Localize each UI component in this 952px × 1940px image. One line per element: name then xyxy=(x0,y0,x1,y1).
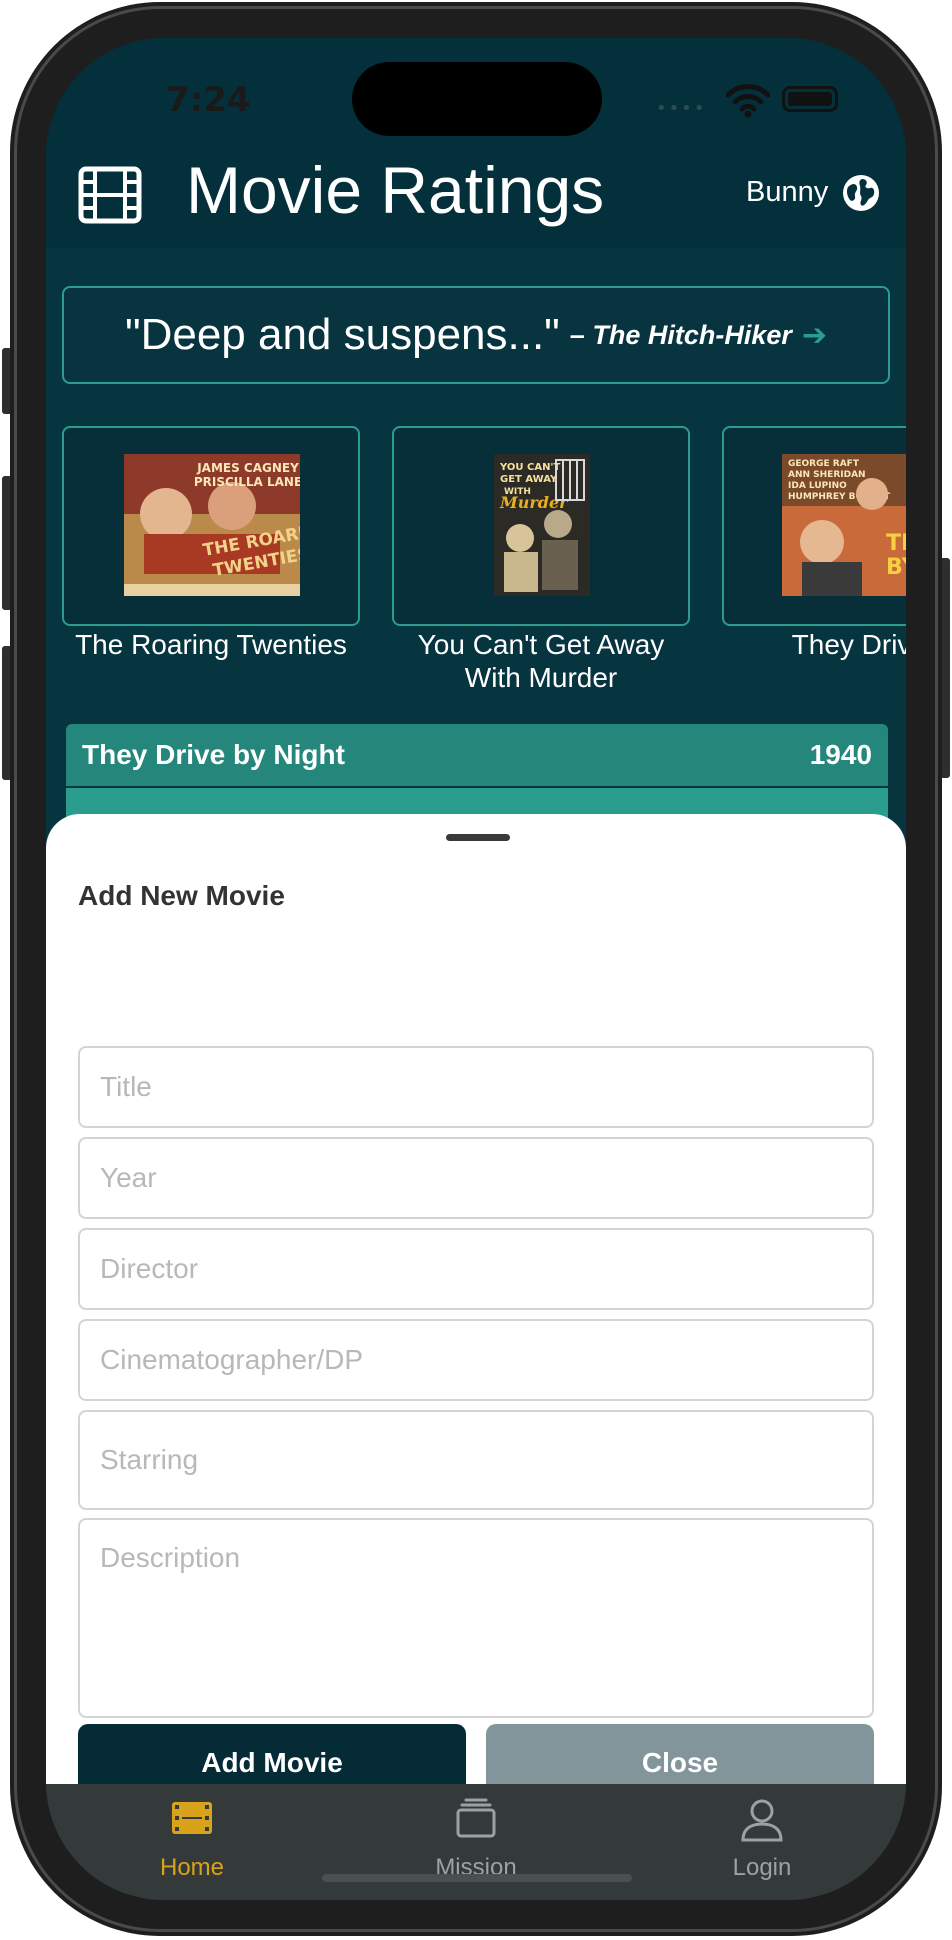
svg-text:PRISCILLA LANE: PRISCILLA LANE xyxy=(194,475,300,489)
quote-attribution: – The Hitch-Hiker xyxy=(570,320,792,351)
app-title: Movie Ratings xyxy=(186,153,605,227)
movie-card[interactable]: GEORGE RAFT ANN SHERIDAN IDA LUPINO HUMP… xyxy=(722,426,906,626)
sheet-grabber[interactable] xyxy=(446,834,510,841)
home-indicator[interactable] xyxy=(322,1874,632,1882)
movie-card[interactable]: JAMES CAGNEY PRISCILLA LANE THE ROARING … xyxy=(62,426,360,626)
svg-text:GEORGE RAFT: GEORGE RAFT xyxy=(788,459,860,469)
svg-text:THEY: THEY xyxy=(886,531,906,556)
svg-text:JAMES CAGNEY: JAMES CAGNEY xyxy=(196,461,299,475)
tab-bar: Home Mission Login xyxy=(46,1784,906,1900)
description-field[interactable] xyxy=(78,1518,874,1718)
quote-banner[interactable]: "Deep and suspens..." – The Hitch-Hiker … xyxy=(62,286,890,384)
director-field[interactable] xyxy=(78,1228,874,1310)
quote-dash: – xyxy=(569,319,585,350)
quote-text: "Deep and suspens..." xyxy=(124,310,560,359)
cinematographer-field[interactable] xyxy=(78,1319,874,1401)
title-field[interactable] xyxy=(78,1046,874,1128)
stack-icon xyxy=(456,1798,496,1838)
tab-login-label: Login xyxy=(732,1854,792,1881)
starring-field[interactable] xyxy=(78,1410,874,1510)
tab-login[interactable]: Login xyxy=(662,1784,862,1900)
tab-mission[interactable]: Mission xyxy=(376,1784,576,1900)
movie-poster: YOU CAN'T GET AWAY WITH Murder xyxy=(494,454,590,596)
movie-poster: GEORGE RAFT ANN SHERIDAN IDA LUPINO HUMP… xyxy=(782,454,906,596)
movie-card-title: The Roaring Twenties xyxy=(75,629,347,660)
movie-card[interactable]: YOU CAN'T GET AWAY WITH Murder xyxy=(392,426,690,626)
film-icon xyxy=(78,166,142,224)
film-icon xyxy=(172,1802,212,1834)
movie-row-title: They Drive by Night xyxy=(82,739,345,770)
year-field[interactable] xyxy=(78,1137,874,1219)
dynamic-island xyxy=(352,62,602,136)
signal-icon: •••• xyxy=(656,98,707,119)
movie-poster: JAMES CAGNEY PRISCILLA LANE THE ROARING … xyxy=(124,454,300,596)
person-icon xyxy=(741,1799,783,1842)
movie-row[interactable]: They Drive by Night 1940 xyxy=(66,724,888,786)
wifi-icon xyxy=(726,84,770,118)
svg-text:Murder: Murder xyxy=(499,493,569,512)
svg-text:ANN SHERIDAN: ANN SHERIDAN xyxy=(788,470,866,480)
svg-text:GET AWAY: GET AWAY xyxy=(500,474,558,485)
svg-text:IDA LUPINO: IDA LUPINO xyxy=(788,481,847,491)
screen: Movie Ratings Bunny 7:24 •••• "Deep and … xyxy=(46,38,906,1900)
svg-text:BY N: BY N xyxy=(886,555,906,580)
status-time: 7:24 xyxy=(166,80,251,120)
movie-card-title: They Drive b xyxy=(791,629,906,660)
tab-home-label: Home xyxy=(159,1854,225,1881)
tab-home[interactable]: Home xyxy=(92,1784,292,1900)
phone-frame: Movie Ratings Bunny 7:24 •••• "Deep and … xyxy=(10,2,942,1936)
quote-movie: The Hitch-Hiker xyxy=(592,319,792,350)
svg-text:YOU CAN'T: YOU CAN'T xyxy=(499,462,560,473)
movie-card-title: You Can't Get Away With Murder xyxy=(417,629,665,693)
arrow-right-icon: ➔ xyxy=(801,317,828,353)
username[interactable]: Bunny xyxy=(746,176,828,209)
sheet-title: Add New Movie xyxy=(78,880,285,911)
movie-row-year: 1940 xyxy=(809,739,872,770)
add-movie-sheet: Add New Movie Add Movie Close xyxy=(46,814,906,1802)
battery-icon xyxy=(782,86,838,112)
globe-icon[interactable] xyxy=(842,174,880,212)
